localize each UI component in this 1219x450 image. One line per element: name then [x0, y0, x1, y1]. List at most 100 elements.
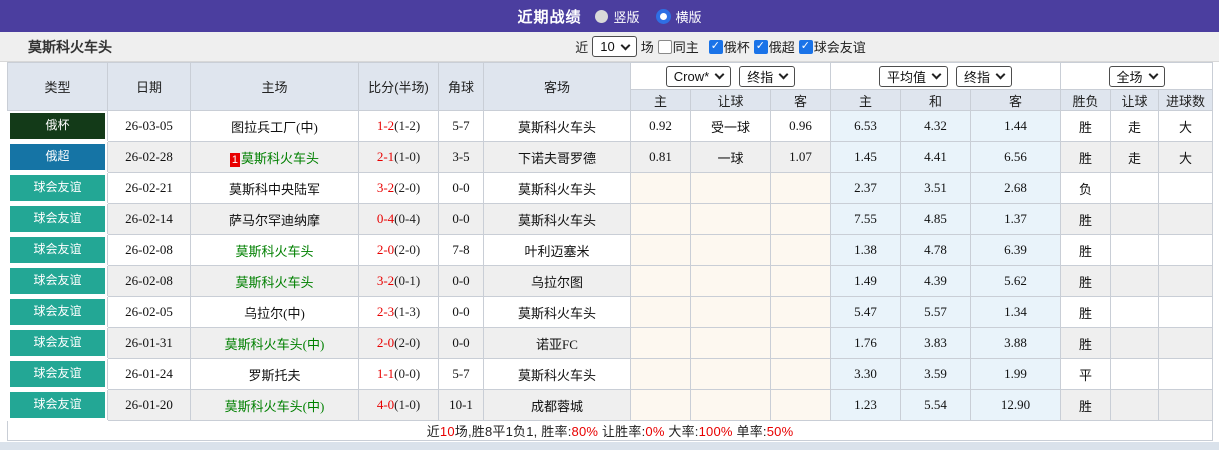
- games-label: 场: [640, 40, 654, 55]
- checkbox-checked-icon[interactable]: [798, 39, 813, 54]
- vertical-layout-label: 竖版: [613, 9, 640, 25]
- checkbox-checked-icon[interactable]: [753, 39, 768, 54]
- table-row: 球会友谊 26-02-08 莫斯科火车头 2-0(2-0) 7-8 叶利迈塞米 …: [7, 234, 1214, 266]
- vertical-layout-radio[interactable]: 竖版: [595, 7, 640, 26]
- goals-result: 大: [1158, 110, 1214, 142]
- filter-russian-premier[interactable]: 俄超: [753, 37, 795, 56]
- league-type-badge: 球会友谊: [10, 206, 105, 232]
- radio-checked-icon[interactable]: [655, 8, 671, 24]
- goals-result: [1158, 234, 1214, 266]
- fulltime-score: 3-2: [376, 273, 395, 288]
- radio-unchecked-icon[interactable]: [595, 9, 609, 23]
- col-score: 比分(半场): [358, 62, 439, 111]
- euro-odds-away: 5.62: [970, 265, 1062, 297]
- corner-score: 3-5: [438, 141, 484, 173]
- asian-odds-home: [630, 172, 691, 204]
- home-team: 萨马尔罕迪纳摩: [190, 203, 359, 235]
- asian-handicap-line: [690, 234, 771, 266]
- goals-result: 大: [1158, 141, 1214, 173]
- euro-odds-home: 2.37: [830, 172, 902, 204]
- euro-odds-away: 1.37: [970, 203, 1062, 235]
- col-result: 胜负: [1060, 89, 1112, 111]
- euro-odds-away: 2.68: [970, 172, 1062, 204]
- col-type: 类型: [7, 62, 108, 111]
- asian-odds-away: [769, 203, 832, 235]
- match-count-select[interactable]: 10: [592, 36, 637, 57]
- asian-handicap-line: [690, 296, 771, 328]
- home-team: 莫斯科火车头: [190, 234, 359, 266]
- league-type-badge: 俄超: [10, 144, 105, 170]
- match-result: 胜: [1060, 141, 1112, 173]
- filter-russian-cup[interactable]: 俄杯: [708, 37, 750, 56]
- rank-badge: 1: [229, 152, 241, 167]
- match-result: 胜: [1060, 389, 1112, 421]
- corner-score: 5-7: [438, 358, 484, 390]
- euro-odds-draw: 4.85: [900, 203, 972, 235]
- same-home-filter[interactable]: 同主: [657, 37, 699, 56]
- col-euro-draw: 和: [900, 89, 972, 111]
- score-cell: 3-2(2-0): [358, 172, 439, 204]
- goals-result: [1158, 358, 1214, 390]
- checkbox-checked-icon[interactable]: [708, 39, 723, 54]
- corner-score: 0-0: [438, 327, 484, 359]
- handicap-result: [1110, 389, 1160, 421]
- fulltime-score: 2-0: [376, 242, 395, 257]
- halftime-score: (1-0): [394, 149, 421, 164]
- col-euro-away: 客: [970, 89, 1062, 111]
- match-result: 平: [1060, 358, 1112, 390]
- match-type-cell: 俄超: [7, 141, 108, 173]
- goals-result: [1158, 327, 1214, 359]
- average-odds-select[interactable]: 平均值: [879, 65, 949, 87]
- col-cover: 让球: [1110, 89, 1160, 111]
- handicap-result: [1110, 327, 1160, 359]
- match-type-cell: 球会友谊: [7, 265, 108, 297]
- halftime-score: (0-4): [394, 211, 421, 226]
- asian-odds-group: Crow* 终指: [629, 62, 832, 90]
- asian-handicap-line: [690, 327, 771, 359]
- bookmaker-select[interactable]: Crow*: [665, 65, 732, 87]
- checkbox-unchecked-icon[interactable]: [657, 39, 672, 54]
- corner-score: 0-0: [438, 203, 484, 235]
- corner-score: 5-7: [438, 110, 484, 142]
- filter-club-friendly[interactable]: 球会友谊: [798, 37, 866, 56]
- asian-odds-away: [769, 296, 832, 328]
- match-type-cell: 球会友谊: [7, 203, 108, 235]
- match-date: 26-01-20: [107, 389, 191, 421]
- halftime-score: (2-0): [394, 242, 421, 257]
- asian-handicap-line: [690, 172, 771, 204]
- match-result: 胜: [1060, 296, 1112, 328]
- col-asia-home: 主: [630, 89, 691, 111]
- fulltime-score: 2-0: [376, 335, 395, 350]
- euro-odds-away: 6.56: [970, 141, 1062, 173]
- score-cell: 2-1(1-0): [358, 141, 439, 173]
- chevron-down-icon: [778, 69, 789, 80]
- match-date: 26-02-28: [107, 141, 191, 173]
- score-cell: 2-0(2-0): [358, 234, 439, 266]
- euro-odds-home: 1.38: [830, 234, 902, 266]
- euro-odds-away: 1.99: [970, 358, 1062, 390]
- table-row: 球会友谊 26-02-21 莫斯科中央陆军 3-2(2-0) 0-0 莫斯科火车…: [7, 172, 1214, 204]
- horizontal-layout-radio[interactable]: 横版: [655, 7, 702, 26]
- match-type-cell: 球会友谊: [7, 327, 108, 359]
- euro-odds-home: 1.23: [830, 389, 902, 421]
- match-date: 26-02-05: [107, 296, 191, 328]
- team-name: 莫斯科火车头: [28, 38, 112, 55]
- euro-odds-home: 1.49: [830, 265, 902, 297]
- asian-odds-home: 0.92: [630, 110, 691, 142]
- away-team: 下诺夫哥罗德: [483, 141, 631, 173]
- halftime-score: (0-1): [394, 273, 421, 288]
- euro-final-odds-select[interactable]: 终指: [956, 65, 1013, 87]
- corner-score: 0-0: [438, 265, 484, 297]
- goals-result: [1158, 296, 1214, 328]
- scope-select[interactable]: 全场: [1108, 65, 1165, 87]
- corner-score: 0-0: [438, 172, 484, 204]
- goals-result: [1158, 172, 1214, 204]
- asian-final-odds-select[interactable]: 终指: [739, 65, 796, 87]
- away-team: 莫斯科火车头: [483, 172, 631, 204]
- match-result: 负: [1060, 172, 1112, 204]
- fulltime-score: 3-2: [376, 180, 395, 195]
- euro-odds-away: 6.39: [970, 234, 1062, 266]
- corner-score: 7-8: [438, 234, 484, 266]
- handicap-result: [1110, 234, 1160, 266]
- home-team: 罗斯托夫: [190, 358, 359, 390]
